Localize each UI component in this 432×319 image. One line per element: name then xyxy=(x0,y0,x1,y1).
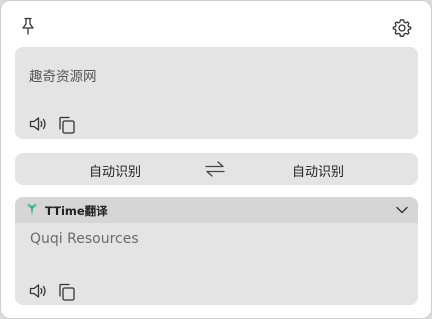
source-text[interactable]: 趣奇资源网 xyxy=(29,65,97,85)
language-bar: 自动识别 自动识别 xyxy=(15,153,418,185)
speaker-icon[interactable] xyxy=(28,114,48,134)
gear-icon[interactable] xyxy=(392,18,412,38)
result-text: Quqi Resources xyxy=(30,231,139,247)
chevron-down-icon[interactable] xyxy=(395,204,409,216)
copy-icon[interactable] xyxy=(57,115,77,135)
translator-window: 趣奇资源网 自动识别 自动识别 TTime翻译 Quqi Resources xyxy=(0,0,432,319)
source-language-select[interactable]: 自动识别 xyxy=(55,161,175,180)
copy-icon[interactable] xyxy=(57,282,77,302)
pin-icon[interactable] xyxy=(20,17,36,35)
result-panel: TTime翻译 Quqi Resources xyxy=(15,197,418,305)
swap-icon[interactable] xyxy=(204,159,226,179)
speaker-icon[interactable] xyxy=(28,281,48,301)
target-language-select[interactable]: 自动识别 xyxy=(258,161,378,180)
source-panel[interactable]: 趣奇资源网 xyxy=(15,47,418,139)
service-name: TTime翻译 xyxy=(45,204,108,218)
service-header[interactable]: TTime翻译 xyxy=(15,197,418,223)
ttime-logo xyxy=(26,203,38,216)
